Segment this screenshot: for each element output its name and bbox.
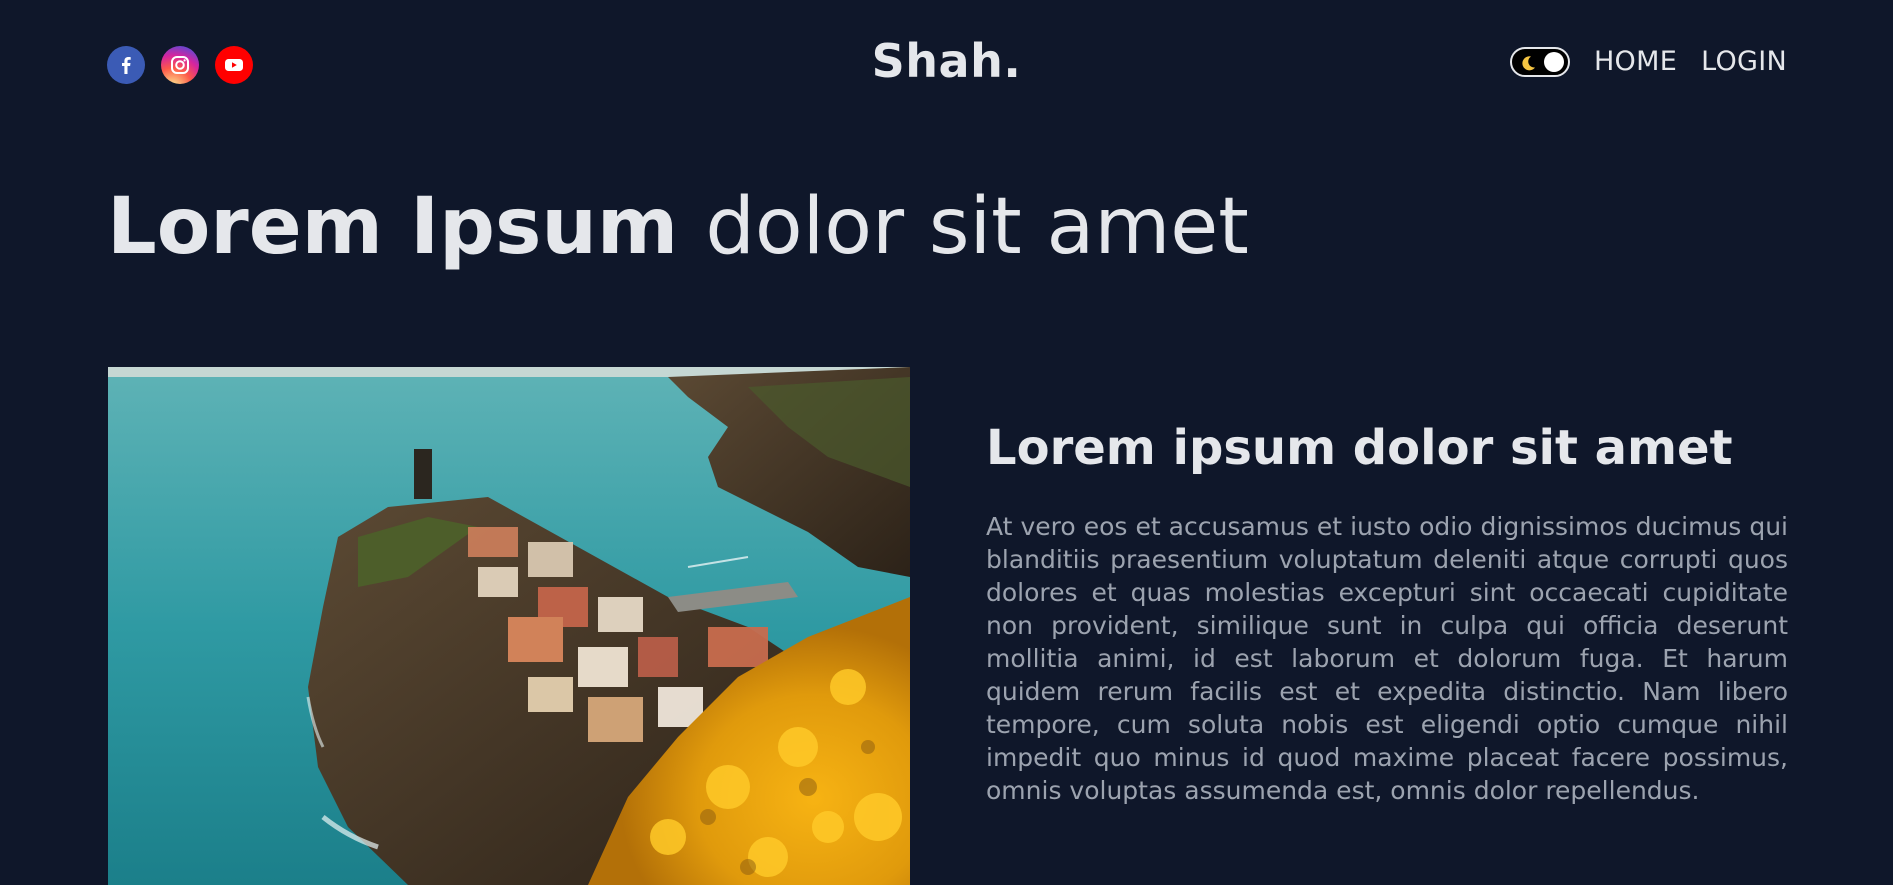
main-nav: HOME LOGIN (1509, 46, 1787, 77)
coastal-village-photo (108, 367, 910, 885)
hero-title-bold: Lorem Ipsum (107, 182, 679, 272)
nav-login-link[interactable]: LOGIN (1701, 46, 1787, 77)
moon-icon (1522, 55, 1535, 70)
toggle-knob (1543, 51, 1564, 72)
site-header: Shah. HOME LOGIN (0, 0, 1893, 130)
article-section: Lorem ipsum dolor sit amet At vero eos e… (986, 420, 1788, 807)
article-heading: Lorem ipsum dolor sit amet (986, 420, 1733, 476)
article-body: At vero eos et accusamus et iusto odio d… (986, 512, 1788, 805)
nav-home-link[interactable]: HOME (1594, 46, 1677, 77)
hero-title-light: dolor sit amet (705, 182, 1249, 272)
hero-title: Lorem Ipsum dolor sit amet (107, 182, 1249, 272)
theme-toggle[interactable] (1509, 46, 1570, 77)
